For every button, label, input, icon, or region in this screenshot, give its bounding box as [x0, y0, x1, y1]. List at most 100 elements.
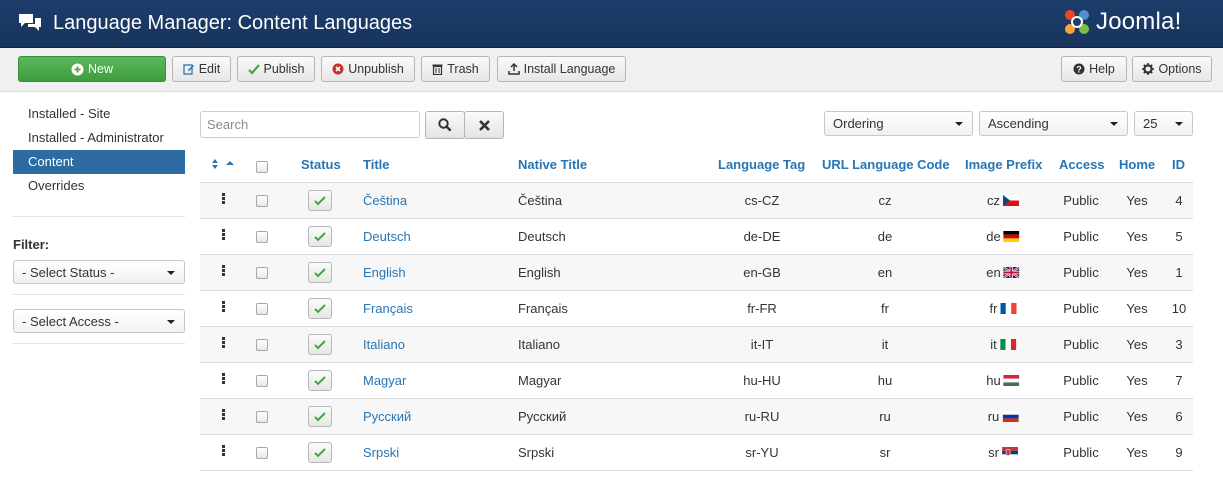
- status-filter-select[interactable]: - Select Status -: [13, 260, 185, 284]
- column-header-language-tag[interactable]: Language Tag: [718, 157, 805, 172]
- unpublish-button[interactable]: Unpublish: [321, 56, 415, 82]
- drag-handle-icon[interactable]: [222, 193, 226, 205]
- drag-handle-icon[interactable]: [222, 265, 226, 277]
- home-status: Yes: [1126, 229, 1148, 244]
- row-checkbox[interactable]: [256, 339, 268, 351]
- drag-handle-icon[interactable]: [222, 229, 226, 241]
- check-icon: [314, 411, 326, 421]
- access-level: Public: [1063, 193, 1099, 208]
- sidebar-item-installed-site[interactable]: Installed - Site: [13, 102, 185, 126]
- search-input[interactable]: [200, 111, 420, 138]
- direction-select[interactable]: Ascending: [979, 111, 1128, 136]
- language-id: 5: [1175, 229, 1183, 244]
- check-icon: [314, 267, 326, 277]
- new-button[interactable]: New: [18, 56, 166, 82]
- image-prefix-text: it: [990, 337, 997, 352]
- edit-button[interactable]: Edit: [172, 56, 231, 82]
- language-id: 1: [1175, 265, 1183, 280]
- language-title-link[interactable]: Русский: [363, 409, 411, 424]
- limit-select[interactable]: 25: [1134, 111, 1193, 136]
- options-button[interactable]: Options: [1132, 56, 1212, 82]
- row-checkbox[interactable]: [256, 303, 268, 315]
- column-header-url-code[interactable]: URL Language Code: [822, 157, 950, 172]
- ordering-select[interactable]: Ordering: [824, 111, 973, 136]
- flag-icon: [1003, 231, 1020, 242]
- trash-button[interactable]: Trash: [421, 56, 490, 82]
- language-title-link[interactable]: Deutsch: [363, 229, 411, 244]
- home-status: Yes: [1126, 337, 1148, 352]
- status-toggle-button[interactable]: [308, 406, 332, 427]
- drag-handle-icon[interactable]: [222, 409, 226, 421]
- native-title: Srpski: [518, 445, 555, 460]
- native-title: Français: [518, 301, 568, 316]
- language-title-link[interactable]: Čeština: [363, 193, 407, 208]
- language-title-link[interactable]: English: [363, 265, 406, 280]
- help-button[interactable]: ? Help: [1061, 56, 1127, 82]
- drag-handle-icon[interactable]: [222, 445, 226, 457]
- column-header-native-title[interactable]: Native Title: [518, 157, 587, 172]
- column-header-title[interactable]: Title: [363, 157, 390, 172]
- image-prefix-text: fr: [989, 301, 998, 316]
- search-button[interactable]: [425, 111, 465, 139]
- status-toggle-button[interactable]: [308, 190, 332, 211]
- home-status: Yes: [1126, 373, 1148, 388]
- filter-label: Filter:: [13, 237, 50, 252]
- image-prefix-text: cz: [987, 193, 1000, 208]
- select-all-checkbox[interactable]: [256, 161, 268, 173]
- row-checkbox[interactable]: [256, 375, 268, 387]
- image-prefix-text: sr: [988, 445, 999, 460]
- page-title: Language Manager: Content Languages: [53, 12, 413, 34]
- page-header: Language Manager: Content Languages Joom…: [0, 0, 1223, 48]
- column-header-id[interactable]: ID: [1172, 157, 1185, 172]
- drag-handle-icon[interactable]: [222, 301, 226, 313]
- languages-table: Status Title Native Title Language Tag U…: [200, 150, 1193, 471]
- language-title-link[interactable]: Srpski: [363, 445, 399, 460]
- image-prefix: ru: [988, 409, 1019, 424]
- image-prefix: cz: [987, 193, 1019, 208]
- language-tag: sr-YU: [745, 445, 779, 460]
- access-level: Public: [1063, 409, 1099, 424]
- status-toggle-button[interactable]: [308, 370, 332, 391]
- sort-icon[interactable]: [210, 158, 238, 170]
- publish-button[interactable]: Publish: [237, 56, 315, 82]
- drag-handle-icon[interactable]: [222, 337, 226, 349]
- column-header-image-prefix[interactable]: Image Prefix: [965, 157, 1042, 172]
- sidebar-item-installed-administrator[interactable]: Installed - Administrator: [13, 126, 185, 150]
- install-language-button[interactable]: Install Language: [497, 56, 626, 82]
- access-level: Public: [1063, 229, 1099, 244]
- row-checkbox[interactable]: [256, 195, 268, 207]
- row-checkbox[interactable]: [256, 447, 268, 459]
- row-checkbox[interactable]: [256, 411, 268, 423]
- column-header-status[interactable]: Status: [301, 157, 341, 172]
- sidebar-item-overrides[interactable]: Overrides: [13, 174, 185, 198]
- flag-icon: [1003, 375, 1020, 386]
- native-title: English: [518, 265, 561, 280]
- toolbar: New Edit Publish Unpublish Trash Install…: [0, 48, 1223, 92]
- status-toggle-button[interactable]: [308, 298, 332, 319]
- check-icon: [314, 447, 326, 457]
- sidebar-item-content[interactable]: Content: [13, 150, 185, 174]
- svg-text:?: ?: [1076, 65, 1082, 75]
- status-toggle-button[interactable]: [308, 334, 332, 355]
- language-tag: it-IT: [750, 337, 774, 352]
- clear-search-button[interactable]: [464, 111, 504, 139]
- column-header-home[interactable]: Home: [1119, 157, 1155, 172]
- edit-button-label: Edit: [198, 62, 221, 76]
- row-checkbox[interactable]: [256, 267, 268, 279]
- status-toggle-button[interactable]: [308, 442, 332, 463]
- image-prefix-text: de: [986, 229, 1001, 244]
- chevron-down-icon: [167, 271, 175, 275]
- drag-handle-icon[interactable]: [222, 373, 226, 385]
- language-title-link[interactable]: Italiano: [363, 337, 405, 352]
- access-filter-select[interactable]: - Select Access -: [13, 309, 185, 333]
- language-title-link[interactable]: Magyar: [363, 373, 406, 388]
- status-toggle-button[interactable]: [308, 226, 332, 247]
- row-checkbox[interactable]: [256, 231, 268, 243]
- image-prefix: sr: [988, 445, 1018, 460]
- column-header-access[interactable]: Access: [1059, 157, 1105, 172]
- joomla-logo[interactable]: Joomla!: [1062, 5, 1212, 39]
- language-id: 4: [1175, 193, 1183, 208]
- status-toggle-button[interactable]: [308, 262, 332, 283]
- language-title-link[interactable]: Français: [363, 301, 413, 316]
- trash-icon: [432, 64, 443, 75]
